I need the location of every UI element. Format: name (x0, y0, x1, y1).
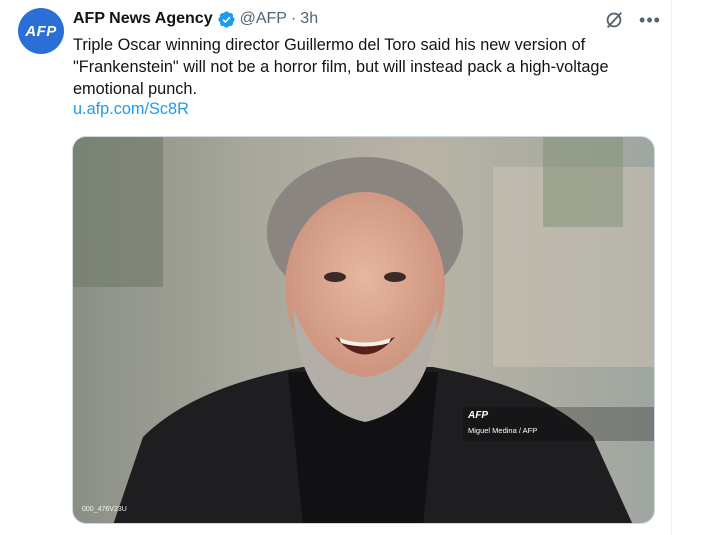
more-icon[interactable]: ••• (639, 9, 661, 31)
photo-code: 000_476V23U (82, 506, 127, 513)
tweet-text-line: Triple Oscar winning director Guillermo … (73, 36, 586, 54)
avatar-logo-text: AFP (25, 22, 57, 40)
tweet-text-line: "Frankenstein" will not be a horror film… (73, 58, 609, 76)
author-handle[interactable]: @AFP (240, 10, 287, 28)
tweet-text: Triple Oscar winning director Guillermo … (73, 34, 663, 100)
header-actions: ••• (603, 9, 661, 31)
grok-icon[interactable] (603, 9, 625, 31)
tweet-text-line: emotional punch. (73, 80, 198, 98)
portrait-photo (73, 137, 654, 523)
verified-badge-icon[interactable] (217, 10, 236, 29)
photo-credit: Miguel Medina / AFP (468, 426, 538, 435)
avatar[interactable]: AFP (18, 8, 64, 54)
tweet-photo[interactable] (72, 136, 655, 524)
tweet-link[interactable]: u.afp.com/Sc8R (73, 100, 189, 119)
timestamp[interactable]: 3h (300, 10, 318, 28)
author-name[interactable]: AFP News Agency (73, 10, 213, 28)
tweet-header: AFP News Agency @AFP · 3h (73, 8, 318, 30)
afp-watermark: AFP (468, 410, 488, 421)
separator-dot: · (290, 10, 297, 27)
column-divider (671, 0, 672, 535)
